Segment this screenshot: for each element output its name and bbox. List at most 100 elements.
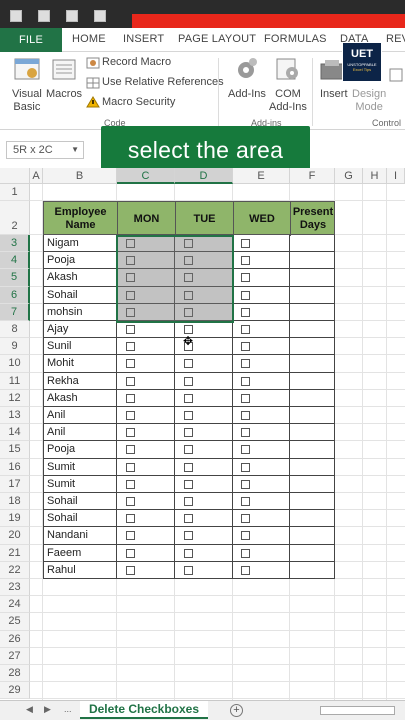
attendance-checkbox[interactable] [241, 548, 250, 558]
row-header[interactable]: 23 [0, 579, 30, 597]
attendance-checkbox[interactable] [241, 273, 250, 283]
mon-cell[interactable] [117, 338, 175, 356]
add-sheet-icon[interactable]: + [230, 704, 243, 717]
attendance-checkbox[interactable] [126, 497, 135, 506]
employee-name-cell[interactable]: Sunil [43, 338, 117, 356]
wed-cell[interactable] [233, 355, 290, 373]
attendance-checkbox[interactable] [241, 325, 250, 334]
attendance-checkbox[interactable] [241, 479, 250, 489]
com-add-ins-button[interactable]: COM Add-Ins [269, 88, 307, 114]
attendance-checkbox[interactable] [241, 497, 250, 506]
employee-name-cell[interactable]: Rekha [43, 372, 117, 390]
employee-name-cell[interactable]: Pooja [43, 252, 117, 270]
row-header[interactable]: 1 [0, 184, 30, 201]
row-header[interactable]: 24 [0, 596, 30, 614]
row-header[interactable]: 17 [0, 475, 30, 493]
present-days-cell[interactable] [290, 441, 335, 459]
employee-name-cell[interactable]: Sohail [43, 510, 117, 528]
row-header[interactable]: 12 [0, 389, 30, 407]
column-header-d[interactable]: D [175, 168, 233, 184]
row-header[interactable]: 28 [0, 665, 30, 683]
mon-cell[interactable] [117, 544, 175, 562]
employee-name-cell[interactable]: Sumit [43, 458, 117, 476]
design-mode-button[interactable]: Design Mode [352, 88, 386, 114]
wed-cell[interactable] [233, 424, 290, 442]
attendance-checkbox[interactable] [241, 445, 250, 455]
attendance-checkbox[interactable] [184, 359, 193, 369]
column-header-b[interactable]: B [43, 168, 117, 184]
present-days-cell[interactable] [290, 355, 335, 373]
present-days-cell[interactable] [290, 407, 335, 425]
mon-cell[interactable] [117, 510, 175, 528]
tue-cell[interactable] [175, 372, 233, 390]
properties-icon[interactable] [389, 68, 403, 82]
mon-cell[interactable] [117, 424, 175, 442]
present-days-cell[interactable] [290, 235, 335, 253]
row-header[interactable]: 7 [0, 303, 30, 321]
attendance-checkbox[interactable] [184, 514, 193, 524]
present-days-cell[interactable] [290, 493, 335, 511]
row-header[interactable]: 9 [0, 338, 30, 356]
attendance-checkbox[interactable] [126, 531, 135, 541]
save-icon[interactable] [38, 10, 50, 22]
row-header[interactable]: 5 [0, 269, 30, 287]
wed-cell[interactable] [233, 527, 290, 545]
row-header[interactable]: 25 [0, 613, 30, 631]
select-all-corner[interactable] [0, 168, 30, 184]
column-header-i[interactable]: I [387, 168, 405, 184]
employee-name-cell[interactable]: Sumit [43, 475, 117, 493]
present-days-cell[interactable] [290, 269, 335, 287]
mon-cell[interactable] [117, 561, 175, 579]
tab-insert[interactable]: INSERT [123, 33, 164, 45]
attendance-checkbox[interactable] [241, 359, 250, 369]
column-header-h[interactable]: H [363, 168, 387, 184]
present-days-cell[interactable] [290, 561, 335, 579]
tab-file[interactable]: FILE [0, 28, 62, 52]
employee-name-cell[interactable]: Sohail [43, 493, 117, 511]
attendance-checkbox[interactable] [126, 565, 135, 575]
attendance-checkbox[interactable] [184, 393, 193, 403]
row-header[interactable]: 16 [0, 458, 30, 476]
attendance-checkbox[interactable] [241, 462, 250, 472]
mon-cell[interactable] [117, 441, 175, 459]
worksheet-grid[interactable]: A B C D E F G H I 1 2 3 4 5 6 7 8 9 10 11 12 13 14 15 1… [0, 168, 405, 700]
attendance-checkbox[interactable] [126, 411, 135, 420]
column-header-c[interactable]: C [117, 168, 175, 184]
mon-cell[interactable] [117, 389, 175, 407]
attendance-checkbox[interactable] [241, 239, 250, 248]
attendance-checkbox[interactable] [126, 428, 135, 438]
tue-cell[interactable] [175, 561, 233, 579]
attendance-checkbox[interactable] [241, 393, 250, 403]
present-days-cell[interactable] [290, 372, 335, 390]
attendance-checkbox[interactable] [241, 514, 250, 524]
present-days-cell[interactable] [290, 252, 335, 270]
column-header-e[interactable]: E [233, 168, 290, 184]
attendance-checkbox[interactable] [126, 462, 135, 472]
mon-cell[interactable] [117, 355, 175, 373]
tue-cell[interactable] [175, 510, 233, 528]
wed-cell[interactable] [233, 458, 290, 476]
employee-name-cell[interactable]: Faeem [43, 544, 117, 562]
attendance-checkbox[interactable] [184, 462, 193, 472]
present-days-cell[interactable] [290, 389, 335, 407]
attendance-checkbox[interactable] [241, 565, 250, 575]
wed-cell[interactable] [233, 493, 290, 511]
row-header[interactable]: 19 [0, 510, 30, 528]
employee-name-cell[interactable]: Anil [43, 407, 117, 425]
tue-cell[interactable] [175, 441, 233, 459]
present-days-cell[interactable] [290, 510, 335, 528]
attendance-checkbox[interactable] [184, 497, 193, 506]
employee-name-cell[interactable]: Pooja [43, 441, 117, 459]
wed-cell[interactable] [233, 252, 290, 270]
wed-cell[interactable] [233, 338, 290, 356]
tab-page-layout[interactable]: PAGE LAYOUT [178, 33, 256, 45]
attendance-checkbox[interactable] [241, 256, 250, 266]
visual-basic-button[interactable]: Visual Basic [12, 88, 42, 114]
attendance-checkbox[interactable] [126, 376, 135, 386]
mon-cell[interactable] [117, 458, 175, 476]
attendance-checkbox[interactable] [126, 393, 135, 403]
tue-cell[interactable] [175, 458, 233, 476]
row-header[interactable]: 20 [0, 527, 30, 545]
wed-cell[interactable] [233, 303, 290, 321]
attendance-checkbox[interactable] [126, 445, 135, 455]
